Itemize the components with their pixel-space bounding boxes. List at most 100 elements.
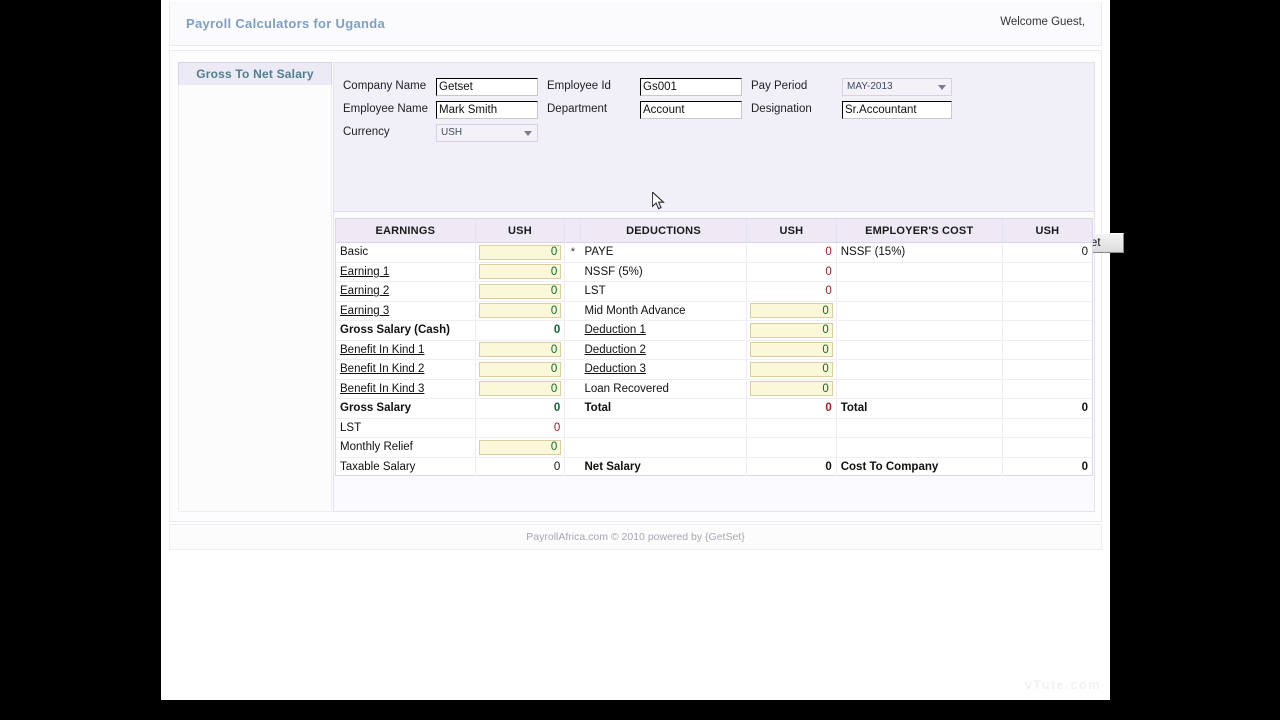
deductions-amount-1-value: 0 [825, 265, 832, 278]
earnings-row-3-label[interactable]: Earning 3 [340, 305, 389, 317]
earnings-amount-1[interactable] [475, 262, 566, 282]
employer-cost-amount-6 [1002, 359, 1092, 380]
deductions-row-8-label: Total [584, 402, 612, 415]
employer-cost-amount-0: 0 [1002, 242, 1092, 263]
earnings-row-2-label[interactable]: Earning 2 [340, 285, 389, 297]
earnings-amount-3-input[interactable] [478, 303, 562, 319]
earnings-amount-5-input[interactable] [478, 342, 562, 358]
employer-cost-amount-10 [1002, 437, 1092, 458]
employee-name-input[interactable] [436, 101, 538, 119]
earnings-amount-5[interactable] [475, 340, 566, 360]
deductions-row-11-label: Net Salary [584, 460, 641, 473]
main-card: Gross To Net Salary Company Name Employe… [169, 50, 1124, 522]
deductions-amount-5-input[interactable] [750, 342, 833, 358]
tab-label: Gross To Net Salary [196, 67, 314, 81]
col-employer-currency: USH [1002, 219, 1092, 243]
pay-period-select[interactable]: MAY-2013 [842, 78, 952, 96]
earnings-row-4: Gross Salary (Cash) [336, 320, 476, 341]
earnings-amount-11-value: 0 [553, 460, 561, 473]
designation-label: Designation [751, 103, 812, 115]
page-container: Payroll Calculators for Uganda Welcome G… [161, 0, 1124, 700]
earnings-amount-11: 0 [475, 457, 566, 476]
table-row: Basic * PAYE 0 NSSF (15%) 0 [336, 242, 1092, 263]
deductions-amount-5[interactable] [746, 340, 837, 360]
table-row: Taxable Salary 0 Net Salary 0 Cost To Compan… [336, 457, 1092, 476]
deductions-amount-4[interactable] [746, 320, 837, 341]
earnings-amount-0[interactable] [475, 242, 566, 263]
watermark: vTute.com [1025, 678, 1101, 692]
earnings-amount-6-input[interactable] [478, 361, 562, 377]
earnings-amount-10-input[interactable] [478, 439, 562, 455]
earnings-amount-3[interactable] [475, 301, 566, 321]
deductions-amount-0: 0 [746, 242, 837, 263]
earnings-row-1[interactable]: Earning 1 [336, 262, 476, 282]
deductions-row-4-label[interactable]: Deduction 1 [585, 324, 646, 336]
currency-select[interactable]: USH [436, 124, 538, 142]
employee-id-input[interactable] [640, 78, 742, 96]
deductions-row-6-label[interactable]: Deduction 3 [585, 363, 646, 375]
earnings-amount-6[interactable] [475, 359, 566, 380]
chevron-down-icon [938, 85, 946, 90]
earnings-amount-0-input[interactable] [478, 244, 562, 260]
required-marker-6 [564, 359, 581, 380]
tab-gross-to-net-salary[interactable]: Gross To Net Salary [178, 62, 332, 86]
earnings-row-5[interactable]: Benefit In Kind 1 [336, 340, 476, 360]
salary-breakdown-table: EARNINGS USH DEDUCTIONS USH EMPLOYER'S C… [335, 218, 1093, 476]
deductions-amount-7[interactable] [746, 379, 837, 399]
deductions-row-4[interactable]: Deduction 1 [580, 320, 747, 341]
earnings-row-0: Basic [336, 242, 476, 263]
earnings-row-2[interactable]: Earning 2 [336, 281, 476, 302]
earnings-amount-10[interactable] [475, 437, 566, 458]
deductions-row-0-label: PAYE [584, 246, 614, 259]
deductions-amount-6[interactable] [746, 359, 837, 380]
col-earnings: EARNINGS [336, 219, 476, 243]
earnings-row-3[interactable]: Earning 3 [336, 301, 476, 321]
designation-input[interactable] [842, 101, 952, 119]
employer-cost-amount-9 [1002, 418, 1092, 438]
earnings-row-9-label: LST [340, 421, 362, 434]
col-employer-cost: EMPLOYER'S COST [836, 219, 1003, 243]
earnings-row-6-label[interactable]: Benefit In Kind 2 [340, 363, 424, 375]
deductions-amount-3-input[interactable] [750, 303, 833, 319]
deductions-row-5-label[interactable]: Deduction 2 [585, 344, 646, 356]
earnings-row-7-label[interactable]: Benefit In Kind 3 [340, 383, 424, 395]
deductions-amount-4-input[interactable] [750, 322, 833, 338]
deductions-amount-3[interactable] [746, 301, 837, 321]
deductions-amount-7-input[interactable] [750, 381, 833, 397]
employer-cost-amount-5 [1002, 340, 1092, 360]
earnings-amount-2-input[interactable] [478, 283, 562, 299]
earnings-row-4-label: Gross Salary (Cash) [340, 323, 450, 336]
employer-cost-row-1 [836, 262, 1003, 282]
earnings-amount-7[interactable] [475, 379, 566, 399]
earnings-amount-2[interactable] [475, 281, 566, 302]
deductions-row-5[interactable]: Deduction 2 [580, 340, 747, 360]
employer-cost-amount-7 [1002, 379, 1092, 399]
deductions-amount-1: 0 [746, 262, 837, 282]
earnings-amount-4: 0 [475, 320, 566, 341]
earnings-row-5-label[interactable]: Benefit In Kind 1 [340, 344, 424, 356]
left-pane [178, 85, 332, 512]
employee-id-label: Employee Id [547, 80, 611, 92]
required-marker-11 [564, 457, 581, 476]
employer-cost-amount-4 [1002, 320, 1092, 341]
deductions-row-6[interactable]: Deduction 3 [580, 359, 747, 380]
deductions-amount-6-input[interactable] [750, 361, 833, 377]
department-input[interactable] [640, 101, 742, 119]
employer-cost-row-10 [836, 437, 1003, 458]
mouse-cursor [652, 192, 665, 210]
earnings-amount-1-input[interactable] [478, 264, 562, 280]
earnings-row-1-label[interactable]: Earning 1 [340, 266, 389, 278]
deductions-row-7-label: Loan Recovered [584, 382, 669, 395]
employer-cost-row-5 [836, 340, 1003, 360]
footer-text: PayrollAfrica.com © 2010 powered by {Get… [526, 531, 745, 543]
employer-cost-amount-2 [1002, 281, 1092, 302]
company-name-input[interactable] [436, 78, 538, 96]
earnings-row-7[interactable]: Benefit In Kind 3 [336, 379, 476, 399]
required-marker-8 [564, 398, 581, 419]
earnings-amount-7-input[interactable] [478, 381, 562, 397]
earnings-row-6[interactable]: Benefit In Kind 2 [336, 359, 476, 380]
required-marker-5 [564, 340, 581, 360]
employer-cost-amount-8-value: 0 [1081, 402, 1088, 415]
table-header-row: EARNINGS USH DEDUCTIONS USH EMPLOYER'S C… [336, 219, 1092, 243]
deductions-amount-2-value: 0 [825, 285, 832, 298]
